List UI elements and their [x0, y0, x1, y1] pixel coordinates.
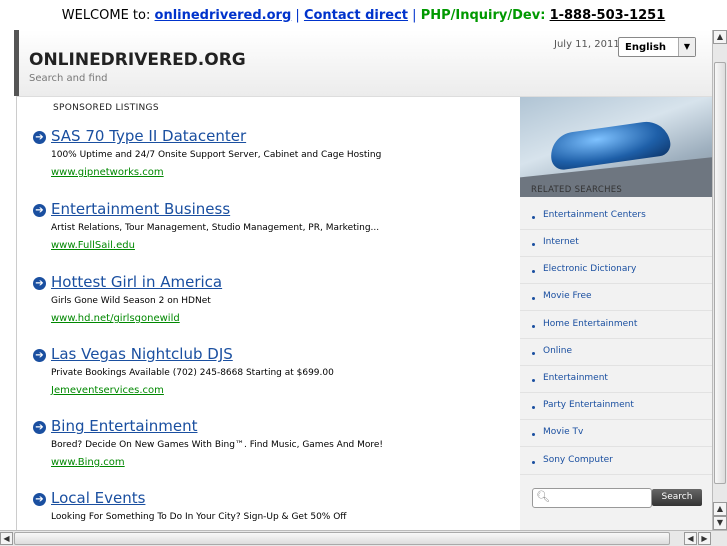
related-item[interactable]: Party Entertainment: [520, 392, 712, 420]
listing-title[interactable]: Las Vegas Nightclub DJS: [51, 345, 233, 363]
related-item-label[interactable]: Entertainment Centers: [543, 210, 646, 220]
vertical-scroll-thumb[interactable]: [714, 62, 726, 484]
bullet-icon: [532, 406, 535, 409]
related-item-label[interactable]: Internet: [543, 237, 579, 247]
listing-title[interactable]: SAS 70 Type II Datacenter: [51, 127, 246, 145]
listing-url[interactable]: www.hd.net/girlsgonewild: [51, 313, 180, 324]
arrow-circle-icon[interactable]: ➔: [33, 493, 46, 506]
bullet-icon: [532, 270, 535, 273]
scroll-left-icon[interactable]: ◀: [684, 532, 697, 545]
bullet-icon: [532, 352, 535, 355]
triangle-down-icon[interactable]: ▼: [678, 38, 695, 56]
language-select[interactable]: English ▼: [618, 37, 696, 57]
search-input[interactable]: 🔍︎: [532, 488, 652, 508]
related-item[interactable]: Internet: [520, 229, 712, 257]
listing-url[interactable]: www.gipnetworks.com: [51, 167, 164, 178]
related-item-label[interactable]: Movie Free: [543, 291, 592, 301]
related-item-label[interactable]: Entertainment: [543, 373, 608, 383]
arrow-circle-icon[interactable]: ➔: [33, 421, 46, 434]
scroll-right-icon[interactable]: ▶: [698, 532, 711, 545]
sponsored-listings-panel: SPONSORED LISTINGS ➔ SAS 70 Type II Data…: [16, 96, 521, 531]
listing-title[interactable]: Bing Entertainment: [51, 417, 198, 435]
arrow-circle-icon[interactable]: ➔: [33, 349, 46, 362]
listing-description: Artist Relations, Tour Management, Studi…: [51, 223, 380, 233]
related-item-label[interactable]: Party Entertainment: [543, 400, 634, 410]
related-item-label[interactable]: Electronic Dictionary: [543, 264, 636, 274]
horizontal-scroll-thumb[interactable]: [14, 532, 670, 545]
scroll-left-icon[interactable]: ◀: [0, 532, 13, 545]
separator: |: [412, 8, 417, 23]
listing-description: Looking For Something To Do In Your City…: [51, 512, 347, 522]
related-item[interactable]: Electronic Dictionary: [520, 256, 712, 284]
welcome-bar: WELCOME to: onlinedrivered.org | Contact…: [0, 0, 727, 30]
related-item-label[interactable]: Online: [543, 346, 572, 356]
listing-description: Private Bookings Available (702) 245-866…: [51, 368, 334, 378]
welcome-text: WELCOME to:: [61, 8, 151, 23]
bullet-icon: [532, 461, 535, 464]
site-subtitle: Search and find: [29, 73, 108, 84]
bullet-icon: [532, 379, 535, 382]
car-banner-image: [520, 97, 712, 197]
separator: |: [295, 8, 300, 23]
related-item[interactable]: Entertainment Centers: [520, 202, 712, 230]
related-searches-sidebar: RELATED SEARCHES Entertainment Centers I…: [520, 96, 712, 531]
bullet-icon: [532, 297, 535, 300]
vertical-scrollbar[interactable]: ▲ ▲ ▼: [712, 30, 727, 530]
scroll-up-icon[interactable]: ▲: [713, 502, 727, 516]
php-inquiry-label: PHP/Inquiry/Dev:: [420, 8, 546, 23]
listing-description: 100% Uptime and 24/7 Onsite Support Serv…: [51, 150, 382, 160]
related-item[interactable]: Online: [520, 338, 712, 366]
bullet-icon: [532, 433, 535, 436]
bullet-icon: [532, 216, 535, 219]
magnifier-icon: 🔍︎: [536, 490, 550, 503]
related-item-label[interactable]: Movie Tv: [543, 427, 583, 437]
phone-link[interactable]: 1-888-503-1251: [550, 8, 666, 23]
related-item[interactable]: Entertainment: [520, 365, 712, 393]
sponsored-label: SPONSORED LISTINGS: [53, 103, 159, 113]
date-label: July 11, 2011: [554, 39, 620, 50]
contact-link[interactable]: Contact direct: [304, 8, 408, 23]
arrow-circle-icon[interactable]: ➔: [33, 131, 46, 144]
listing-description: Girls Gone Wild Season 2 on HDNet: [51, 296, 211, 306]
search-button[interactable]: Search: [652, 489, 702, 506]
bullet-icon: [532, 243, 535, 246]
related-item[interactable]: Home Entertainment: [520, 311, 712, 339]
related-item-label[interactable]: Home Entertainment: [543, 319, 637, 329]
site-title[interactable]: ONLINEDRIVERED.ORG: [29, 50, 246, 70]
domain-link[interactable]: onlinedrivered.org: [155, 8, 292, 23]
arrow-circle-icon[interactable]: ➔: [33, 277, 46, 290]
related-item[interactable]: Movie Free: [520, 283, 712, 311]
scroll-up-icon[interactable]: ▲: [713, 30, 727, 44]
horizontal-scrollbar[interactable]: ◀ ◀ ▶: [0, 530, 727, 546]
listing-title[interactable]: Entertainment Business: [51, 200, 230, 218]
listing-description: Bored? Decide On New Games With Bing™. F…: [51, 440, 384, 450]
listing-title[interactable]: Local Events: [51, 489, 145, 507]
related-searches-title: RELATED SEARCHES: [531, 185, 623, 195]
listing-url[interactable]: www.Bing.com: [51, 457, 125, 468]
listing-url[interactable]: Jemeventservices.com: [51, 385, 164, 396]
listing-url[interactable]: www.FullSail.edu: [51, 240, 135, 251]
site-header: ONLINEDRIVERED.ORG Search and find July …: [14, 30, 717, 96]
language-value: English: [625, 42, 667, 53]
bullet-icon: [532, 325, 535, 328]
listing-title[interactable]: Hottest Girl in America: [51, 273, 222, 291]
arrow-circle-icon[interactable]: ➔: [33, 204, 46, 217]
related-item-label[interactable]: Sony Computer: [543, 455, 613, 465]
scroll-down-icon[interactable]: ▼: [713, 516, 727, 530]
related-item[interactable]: Movie Tv: [520, 419, 712, 447]
related-item[interactable]: Sony Computer: [520, 447, 712, 475]
